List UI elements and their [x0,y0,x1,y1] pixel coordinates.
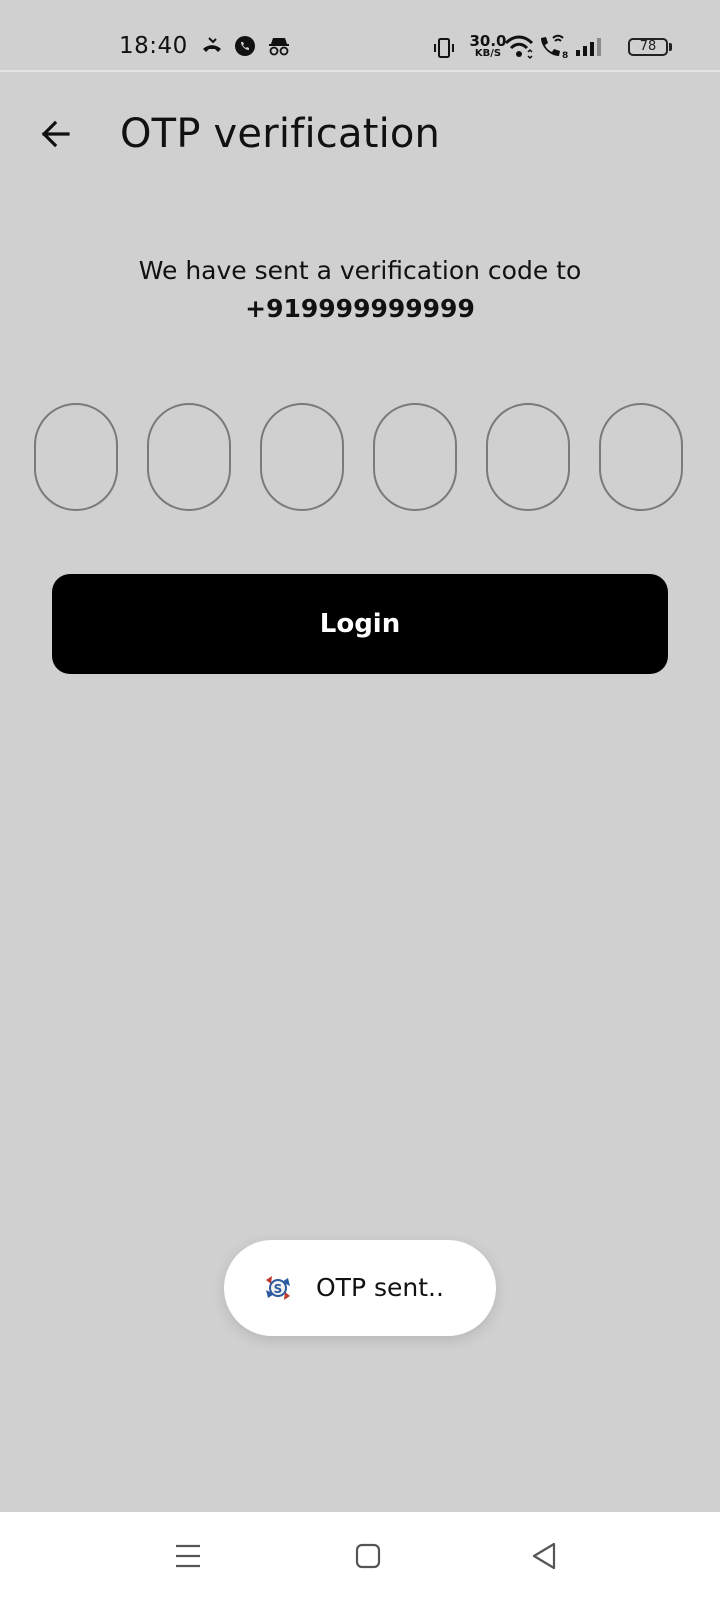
svg-text:8: 8 [562,51,568,60]
phone-number: +919999999999 [245,294,475,323]
status-time: 18:40 [119,33,188,59]
otp-input-row [34,403,686,515]
toast-text: OTP sent.. [316,1273,444,1302]
missed-call-icon [203,37,221,52]
svg-text:S: S [274,1282,283,1296]
system-navigation-bar [0,1512,720,1600]
page-title: OTP verification [120,111,441,157]
incognito-icon [269,38,289,56]
login-button[interactable]: Login [52,574,668,674]
battery-indicator: 78 [628,38,668,56]
otp-digit-1[interactable] [34,403,118,511]
otp-digit-4[interactable] [373,403,457,511]
vibrate-icon [434,38,454,58]
battery-tip [669,43,672,51]
otp-digit-2[interactable] [147,403,231,511]
otp-verification-screen: 18:40 30.0 KB/S 8 78 OTP verification We… [0,0,720,1600]
otp-digit-6[interactable] [599,403,683,511]
otp-digit-3[interactable] [260,403,344,511]
recent-apps-icon[interactable] [164,1532,212,1580]
wifi-calling-icon: 8 [541,34,568,60]
home-icon[interactable] [344,1532,392,1580]
signal-icon [576,38,601,56]
app-logo-icon: S [266,1276,290,1300]
back-triangle-icon[interactable] [520,1532,568,1580]
wifi-icon [504,35,534,60]
status-bar: 18:40 30.0 KB/S 8 78 [0,0,720,72]
network-speed-unit: KB/S [474,48,502,59]
toast-message: S OTP sent.. [224,1240,496,1336]
network-speed: 30.0 KB/S [468,34,508,59]
arrow-left-icon[interactable] [36,114,76,154]
otp-digit-5[interactable] [486,403,570,511]
network-speed-value: 30.0 [469,32,507,50]
verification-message: We have sent a verification code to [138,256,582,285]
whatsapp-icon [235,36,255,56]
